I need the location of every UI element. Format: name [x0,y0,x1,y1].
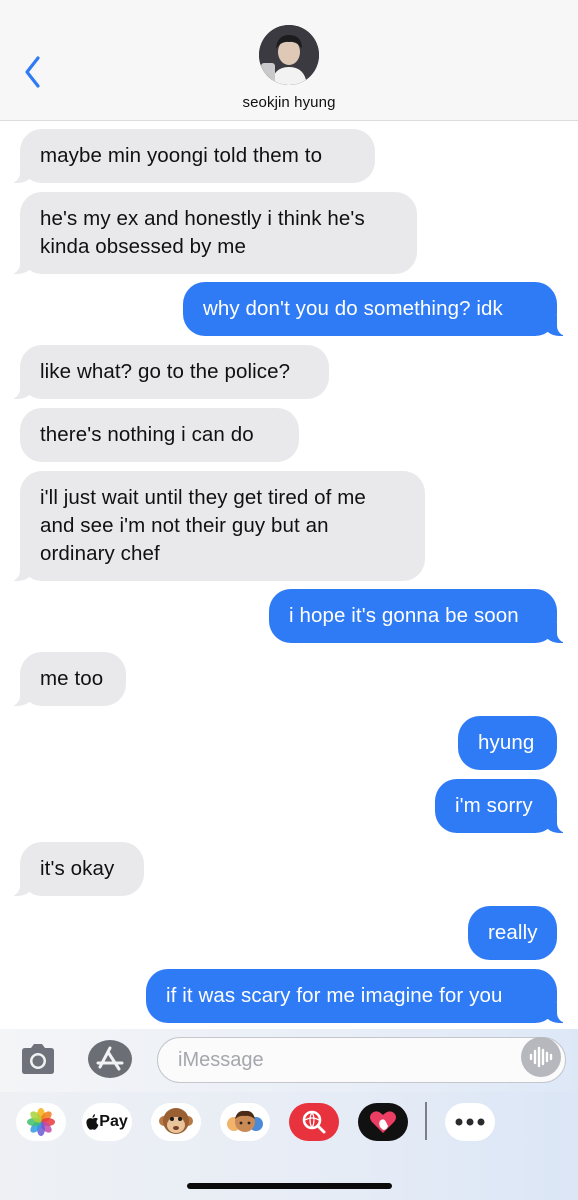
received-message[interactable]: like what? go to the police? [10,345,329,399]
drawer-separator [425,1102,427,1140]
photos-app[interactable] [16,1103,66,1141]
received-message[interactable]: it's okay [10,842,144,896]
monkey-animoji-icon [159,1108,193,1134]
app-store-icon [96,1046,124,1071]
audio-message-button[interactable] [521,1037,561,1077]
sent-message[interactable]: i hope it's gonna be soon [269,589,567,643]
message-input[interactable]: iMessage [157,1037,566,1083]
received-message[interactable]: maybe min yoongi told them to [10,129,375,183]
received-message[interactable]: me too [10,652,126,706]
audio-waveform-icon [529,1046,553,1068]
conversation-header: seokjin hyung [0,0,578,121]
received-message[interactable]: i'll just wait until they get tired of m… [10,471,425,581]
sent-message[interactable]: if it was scary for me imagine for you [146,969,567,1023]
message-input-placeholder: iMessage [178,1048,264,1071]
web-search-icon [302,1110,326,1134]
apple-pay-app[interactable]: Pay [82,1103,132,1141]
memoji-app[interactable] [220,1103,270,1141]
app-store-button[interactable] [88,1040,132,1078]
back-button[interactable] [18,52,48,92]
apple-pay-icon: Pay [86,1113,128,1131]
home-indicator[interactable] [187,1183,392,1189]
apple-pay-label: Pay [99,1113,128,1130]
contact-name[interactable]: seokjin hyung [0,94,578,111]
memoji-icon [227,1110,263,1132]
sent-message[interactable]: why don't you do something? idk [183,282,567,336]
contact-avatar[interactable] [259,25,319,85]
camera-icon [22,1044,54,1074]
more-icon [455,1118,485,1126]
received-message[interactable]: he's my ex and honestly i think he's kin… [10,192,417,274]
received-message[interactable]: there's nothing i can do [20,408,299,462]
digital-touch-app[interactable] [358,1103,408,1141]
sent-message[interactable]: really [468,906,557,960]
photos-icon [27,1108,55,1136]
digital-touch-icon [370,1111,396,1133]
sent-message[interactable]: hyung [458,716,557,770]
message-thread: maybe min yoongi told them to he's my ex… [0,121,578,1029]
camera-button[interactable] [19,1042,57,1076]
compose-bar: iMessage [0,1029,578,1092]
chevron-left-icon [25,56,40,88]
more-apps-button[interactable] [445,1103,495,1141]
web-search-app[interactable] [289,1103,339,1141]
sent-message[interactable]: i'm sorry [435,779,567,833]
animoji-app[interactable] [151,1103,201,1141]
